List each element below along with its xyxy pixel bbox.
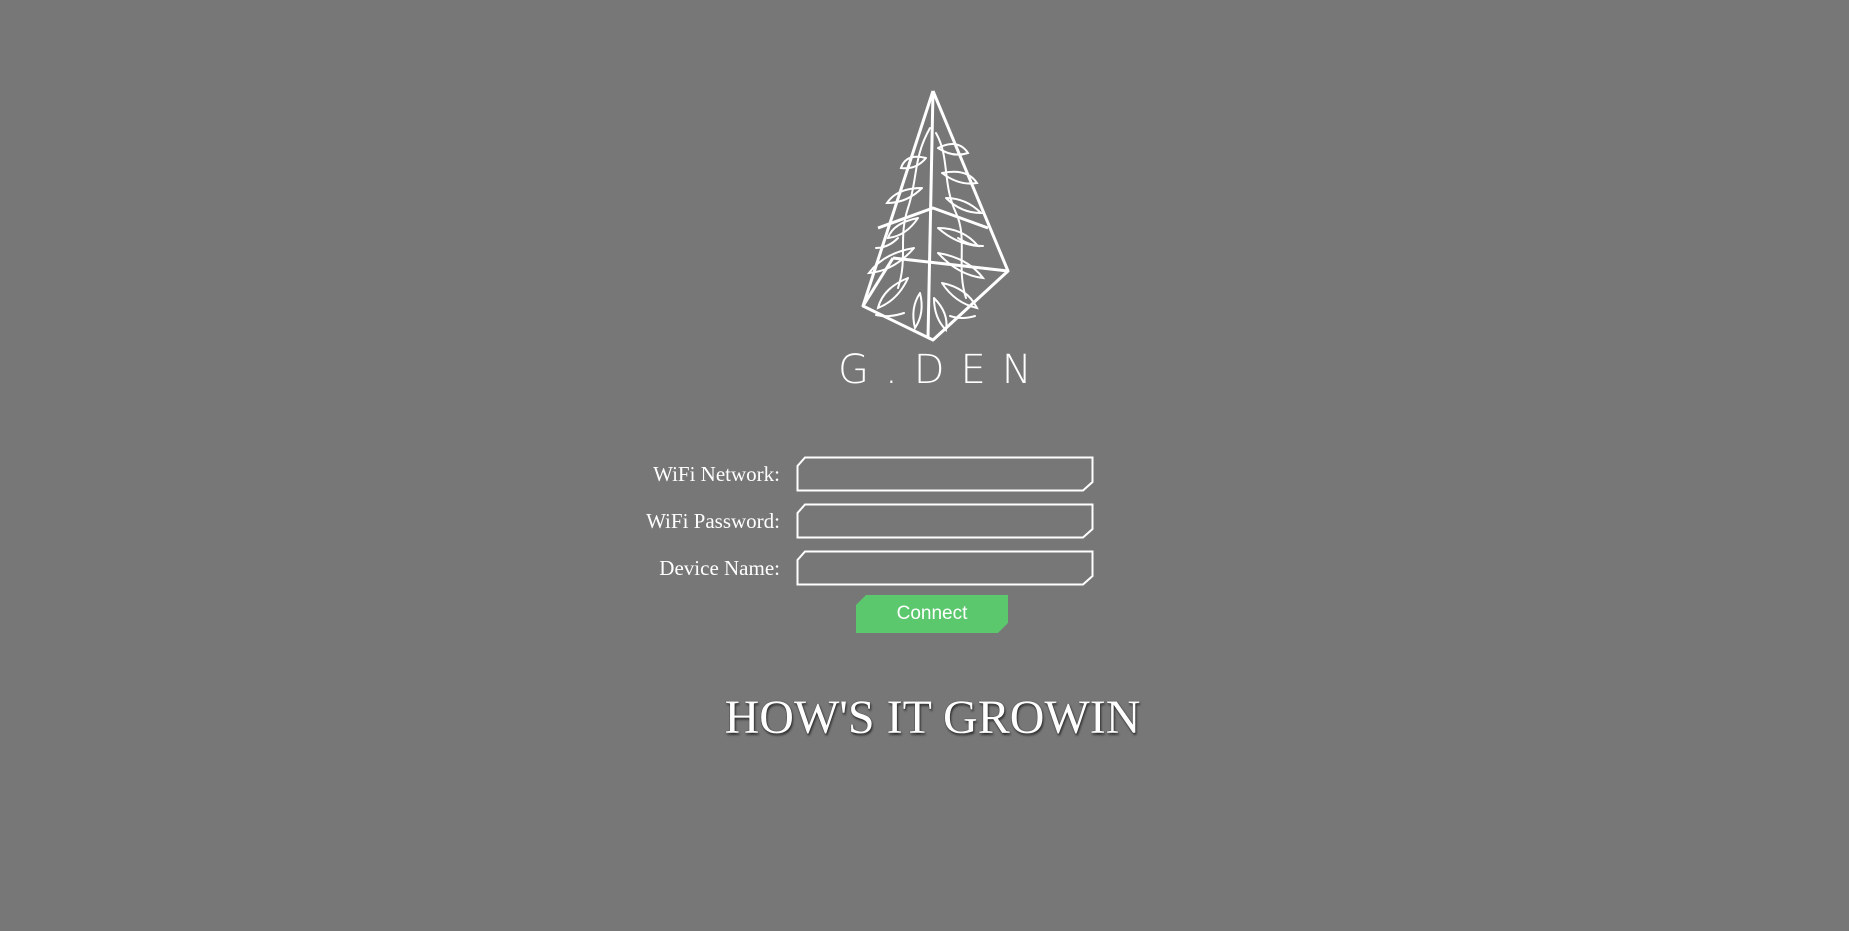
form-row-device-name: Device Name:: [640, 550, 1120, 586]
wifi-password-label: WiFi Password:: [646, 508, 780, 533]
device-name-label: Device Name:: [659, 555, 780, 580]
logo: G.DEN: [838, 88, 1048, 398]
connect-button[interactable]: Connect: [856, 595, 1008, 633]
crystal-plant-logo-icon: [861, 90, 1010, 342]
wifi-network-input[interactable]: [802, 459, 1086, 489]
wifi-setup-form: WiFi Network: WiFi Password: Device Name…: [640, 456, 1120, 597]
wifi-password-field-frame: [796, 503, 1094, 539]
tagline-heading: HOW'S IT GROWIN: [724, 691, 1141, 744]
form-row-wifi-password: WiFi Password:: [640, 503, 1120, 539]
wifi-network-label: WiFi Network:: [653, 461, 780, 486]
device-name-field-frame: [796, 550, 1094, 586]
form-row-wifi-network: WiFi Network:: [640, 456, 1120, 492]
brand-wordmark: G.DEN: [838, 347, 1048, 393]
page: G.DEN WiFi Network: WiFi Password: Devic…: [0, 0, 1849, 931]
wifi-network-field-frame: [796, 456, 1094, 492]
wifi-password-input[interactable]: [802, 506, 1086, 536]
device-name-input[interactable]: [802, 553, 1086, 583]
connect-button-wrap: Connect: [856, 595, 1008, 633]
